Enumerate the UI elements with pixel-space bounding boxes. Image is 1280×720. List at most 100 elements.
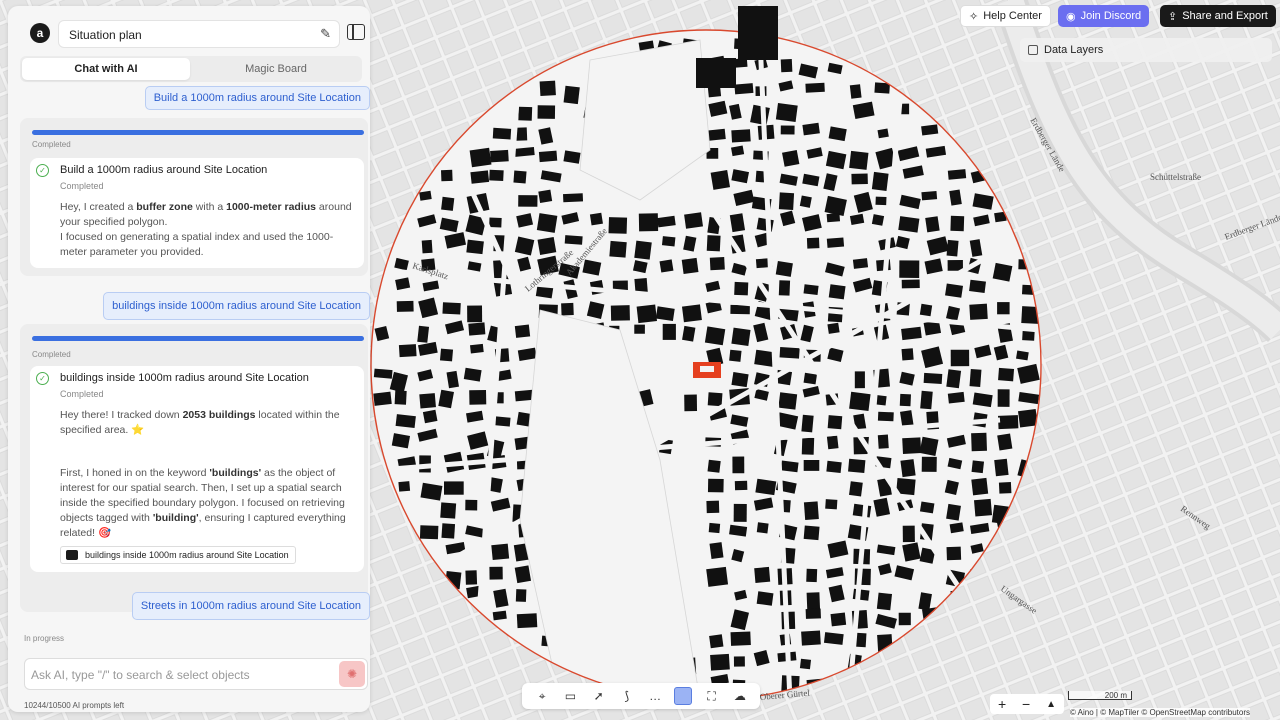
building-block — [682, 325, 696, 342]
help-icon: ✧ — [969, 10, 979, 23]
cursor-icon[interactable]: ➚ — [590, 687, 608, 705]
building-block — [806, 237, 820, 249]
building-block — [992, 262, 1013, 282]
tab-chat-with-ai[interactable]: Chat with AI — [22, 58, 190, 80]
user-message: buildings inside 1000m radius around Sit… — [103, 292, 370, 320]
building-block — [876, 592, 893, 611]
ai-response-card: Completed ✓ Build a 1000m radius around … — [20, 118, 368, 276]
building-block — [802, 122, 820, 136]
building-block — [512, 170, 527, 184]
building-block — [608, 217, 628, 234]
building-block — [899, 393, 911, 407]
building-block — [491, 543, 510, 561]
building-block — [852, 258, 869, 269]
data-layers-panel[interactable]: Data Layers — [1020, 38, 1272, 62]
chat-input[interactable] — [31, 665, 331, 685]
building-block — [902, 542, 921, 562]
building-block — [756, 522, 769, 534]
sidebar-toggle-icon[interactable] — [347, 24, 365, 40]
chat-bubble-icon[interactable]: … — [646, 687, 664, 705]
building-block — [730, 631, 751, 646]
user-message: Build a 1000m radius around Site Locatio… — [144, 86, 370, 110]
building-block — [775, 102, 798, 122]
building-block — [950, 215, 965, 232]
building-block — [801, 414, 814, 433]
building-block — [518, 106, 533, 121]
chat-input-box[interactable]: ✺ — [24, 658, 368, 690]
layer-chip[interactable]: buildings inside 1000m radius around Sit… — [60, 546, 296, 564]
scan-icon[interactable]: ⛶ — [703, 687, 721, 705]
building-block — [684, 212, 704, 229]
edit-pencil-icon[interactable]: ✎ — [320, 26, 331, 42]
map-attribution: © Aino | © MapTiler © OpenStreetMap cont… — [1070, 708, 1250, 717]
square-icon[interactable] — [674, 687, 693, 705]
building-block — [709, 542, 724, 559]
building-block — [946, 369, 962, 389]
pin-icon[interactable]: ⌖ — [533, 687, 551, 705]
building-block — [538, 189, 553, 203]
compass-icon[interactable]: ▲ — [1046, 699, 1056, 710]
building-block — [493, 416, 511, 427]
building-block — [492, 127, 512, 140]
cloud-icon[interactable]: ☁ — [731, 687, 749, 705]
building-block — [852, 503, 872, 518]
building-block — [806, 592, 821, 611]
building-block — [441, 169, 453, 182]
building-block — [706, 566, 729, 587]
building-block — [750, 104, 770, 126]
building-block — [799, 658, 812, 670]
building-block — [394, 390, 407, 405]
building-block — [515, 589, 527, 602]
building-block — [373, 368, 393, 379]
help-center-button[interactable]: ✧ Help Center — [960, 5, 1051, 27]
join-discord-button[interactable]: ◉ Join Discord — [1058, 5, 1150, 27]
building-block — [805, 82, 825, 93]
ai-response-card: Completed ✓ buildings inside 1000m radiu… — [20, 324, 368, 612]
building-block — [564, 235, 583, 245]
building-block — [655, 306, 675, 321]
rect-select-icon[interactable]: ▭ — [561, 687, 579, 705]
project-title-field[interactable]: Situation plan ✎ — [58, 20, 340, 48]
building-block — [419, 190, 432, 201]
map-label: Schüttelstraße — [1150, 172, 1201, 182]
zoom-in-button[interactable]: + — [998, 696, 1006, 712]
building-block — [465, 499, 478, 511]
building-block — [398, 344, 417, 358]
map-toolbar: ⌖ ▭ ➚ ⟆ … ⛶ ☁ — [522, 683, 760, 709]
building-block — [898, 612, 911, 626]
app-logo[interactable]: a — [24, 20, 56, 46]
share-export-button[interactable]: ⇪ Share and Export — [1160, 5, 1276, 27]
building-block — [516, 613, 538, 629]
response-status: Completed — [32, 350, 71, 359]
building-block — [921, 456, 937, 472]
building-block — [1018, 408, 1038, 428]
building-block — [421, 239, 433, 254]
building-block — [997, 433, 1013, 451]
building-block — [830, 612, 847, 627]
building-block — [901, 326, 922, 341]
building-block — [756, 591, 774, 606]
building-block — [536, 213, 558, 233]
route-icon[interactable]: ⟆ — [618, 687, 636, 705]
zoom-out-button[interactable]: − — [1022, 696, 1030, 712]
building-block — [659, 259, 674, 273]
tab-magic-board[interactable]: Magic Board — [192, 58, 360, 80]
building-block — [682, 304, 702, 323]
building-block — [947, 391, 965, 404]
building-block — [803, 525, 820, 541]
building-block — [969, 369, 982, 387]
building-block — [729, 349, 742, 362]
building-block — [589, 212, 603, 226]
building-block — [899, 260, 920, 278]
building-block — [994, 458, 1009, 477]
building-block — [465, 570, 478, 585]
response-paragraph: First, I honed in on the keyword 'buildi… — [60, 467, 346, 539]
building-block — [825, 499, 838, 510]
building-block — [731, 327, 751, 346]
building-block — [828, 284, 846, 300]
building-block — [871, 214, 885, 226]
building-block — [945, 283, 964, 298]
send-button[interactable]: ✺ — [339, 661, 365, 687]
building-block — [440, 502, 457, 519]
building-block — [661, 236, 676, 247]
